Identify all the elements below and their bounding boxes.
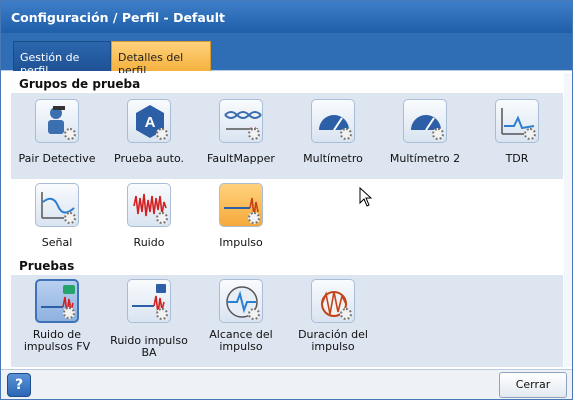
faultmapper-icon: × bbox=[219, 99, 263, 143]
group-multimeter-2[interactable]: Multímetro 2 bbox=[379, 99, 471, 165]
group-pair-detective[interactable]: Pair Detective bbox=[11, 99, 103, 165]
gear-icon bbox=[340, 308, 352, 320]
impulse-duration-icon bbox=[311, 279, 355, 323]
group-noise[interactable]: Ruido bbox=[103, 183, 195, 249]
test-label: Alcance del impulso bbox=[209, 328, 273, 353]
test-groups-heading: Grupos de prueba bbox=[19, 77, 141, 91]
tab-profile-details[interactable]: Detalles del perfil bbox=[111, 41, 211, 77]
tab-profile-management[interactable]: Gestión de perfil bbox=[13, 41, 111, 77]
wb-impulse-noise-icon bbox=[127, 279, 171, 323]
test-label: Ruido impulso BA bbox=[110, 334, 188, 359]
gear-icon bbox=[340, 128, 352, 140]
group-label: Señal bbox=[41, 236, 73, 249]
auto-test-icon: A bbox=[127, 99, 171, 143]
group-auto-test[interactable]: A Prueba auto. bbox=[103, 99, 195, 165]
noise-icon bbox=[127, 183, 171, 227]
tests-heading: Pruebas bbox=[19, 259, 75, 273]
test-impulse-reach[interactable]: Alcance del impulso bbox=[195, 279, 287, 353]
group-label: TDR bbox=[505, 152, 529, 165]
group-faultmapper[interactable]: × FaultMapper bbox=[195, 99, 287, 165]
gear-icon bbox=[524, 128, 536, 140]
vf-impulse-noise-icon bbox=[35, 279, 79, 323]
tdr-icon bbox=[495, 99, 539, 143]
help-button[interactable]: ? bbox=[7, 373, 31, 397]
gear-icon bbox=[156, 212, 168, 224]
group-signal[interactable]: Señal bbox=[11, 183, 103, 249]
group-multimeter[interactable]: Multímetro bbox=[287, 99, 379, 165]
gear-icon bbox=[64, 128, 76, 140]
test-impulse-duration[interactable]: Duración del impulso bbox=[287, 279, 379, 353]
pair-detective-icon bbox=[35, 99, 79, 143]
gear-icon bbox=[248, 128, 260, 140]
gear-icon bbox=[156, 128, 168, 140]
impulse-reach-icon bbox=[219, 279, 263, 323]
signal-icon bbox=[35, 183, 79, 227]
test-wb-impulse-noise[interactable]: Ruido impulso BA bbox=[103, 279, 195, 359]
close-button[interactable]: Cerrar bbox=[499, 372, 567, 398]
group-label: Pair Detective bbox=[18, 152, 96, 165]
mouse-cursor-icon bbox=[359, 187, 373, 207]
group-label: Multímetro bbox=[303, 152, 363, 165]
group-impulse[interactable]: Impulso bbox=[195, 183, 287, 249]
gear-icon bbox=[156, 308, 168, 320]
profile-details-panel: Grupos de prueba Pair Detective A Prueba… bbox=[11, 73, 563, 367]
gear-icon bbox=[248, 308, 260, 320]
test-label: Duración del impulso bbox=[298, 328, 368, 353]
bottom-bar: ? Cerrar bbox=[1, 369, 572, 399]
gear-icon bbox=[64, 212, 76, 224]
profile-config-window: Configuración / Perfil - Default Gestión… bbox=[0, 0, 573, 400]
gear-icon bbox=[432, 128, 444, 140]
group-label: FaultMapper bbox=[207, 152, 275, 165]
test-vf-impulse-noise[interactable]: Ruido de impulsos FV bbox=[11, 279, 103, 353]
impulse-icon bbox=[219, 183, 263, 227]
svg-text:A: A bbox=[145, 114, 156, 131]
multimeter-2-icon bbox=[403, 99, 447, 143]
gear-icon bbox=[63, 307, 75, 319]
multimeter-icon bbox=[311, 99, 355, 143]
vertical-scrollbar[interactable] bbox=[564, 73, 572, 367]
tab-strip: Gestión de perfil Detalles del perfil bbox=[1, 33, 572, 77]
group-label: Prueba auto. bbox=[114, 152, 184, 165]
group-label: Ruido bbox=[133, 236, 165, 249]
test-label: Ruido de impulsos FV bbox=[23, 328, 91, 353]
group-tdr[interactable]: TDR bbox=[471, 99, 563, 165]
group-label: Impulso bbox=[219, 236, 263, 249]
group-label: Multímetro 2 bbox=[389, 152, 461, 165]
gear-icon bbox=[248, 212, 260, 224]
window-title: Configuración / Perfil - Default bbox=[1, 1, 572, 33]
